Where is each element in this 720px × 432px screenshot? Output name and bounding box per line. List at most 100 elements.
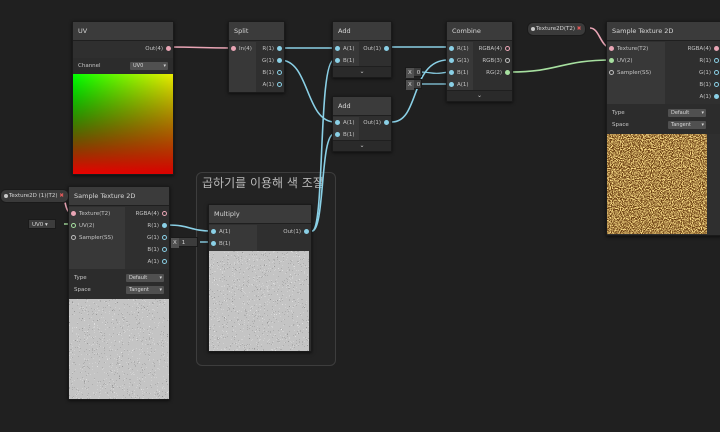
sample-left-title[interactable]: Sample Texture 2D — [69, 187, 169, 206]
combine-in-b[interactable]: B(1) — [447, 68, 469, 78]
sample-right-out-a[interactable]: A(1) — [699, 92, 720, 102]
sample-right-title[interactable]: Sample Texture 2D — [607, 22, 720, 41]
type-label: Type — [74, 275, 87, 281]
sample-right-in-uv[interactable]: UV(2) — [607, 56, 633, 66]
split-node[interactable]: Split In(4) R(1) G(1) B(1) A(1) — [228, 21, 285, 93]
sample-left-in-uv[interactable]: UV(2) — [69, 221, 95, 231]
port-dot-icon — [71, 223, 76, 228]
group-title[interactable]: 곱하기를 이용해 색 조절 — [202, 174, 324, 191]
sample-right-in-sampler[interactable]: Sampler(SS) — [607, 68, 651, 78]
sample-left-in-sampler[interactable]: Sampler(SS) — [69, 233, 113, 243]
sample-left-out-a[interactable]: A(1) — [147, 257, 169, 267]
port-dot-icon — [714, 58, 719, 63]
combine-out-rg[interactable]: RG(2) — [486, 68, 512, 78]
combine-in-g[interactable]: G(1) — [447, 56, 469, 66]
port-dot-icon — [449, 70, 454, 75]
combine-b-field[interactable]: X0 — [405, 67, 422, 78]
combine-out-rgba[interactable]: RGBA(4) — [479, 44, 512, 54]
chevron-down-icon[interactable]: ⌄ — [447, 90, 512, 101]
type-label: Type — [612, 110, 625, 116]
property-dot-icon — [4, 194, 8, 198]
multiply-in-b[interactable]: B(1) — [209, 239, 231, 249]
split-out-g[interactable]: G(1) — [262, 56, 284, 66]
combine-out-rgb[interactable]: RGB(3) — [482, 56, 512, 66]
uv-out-label: Out(4) — [145, 46, 163, 52]
combine-a-field[interactable]: X0 — [405, 79, 422, 90]
multiply-preview — [209, 251, 309, 351]
space-dropdown[interactable]: Tangent ▾ — [668, 121, 706, 129]
wire-field-to-combine-b — [419, 71, 449, 74]
port-dot-icon — [162, 247, 167, 252]
combine-in-r[interactable]: R(1) — [447, 44, 469, 54]
split-out-a[interactable]: A(1) — [262, 80, 284, 90]
add2-in-a[interactable]: A(1) — [333, 118, 355, 128]
caret-down-icon: ▾ — [159, 287, 162, 293]
space-dropdown[interactable]: Tangent ▾ — [126, 286, 164, 294]
port-dot-icon — [609, 58, 614, 63]
sample-left-out-b[interactable]: B(1) — [147, 245, 169, 255]
port-dot-icon — [162, 223, 167, 228]
caret-down-icon: ▾ — [45, 222, 48, 228]
port-dot-icon — [277, 82, 282, 87]
texture-property-left[interactable]: Texture2D (1)(T2) ✖ — [0, 189, 69, 203]
port-dot-icon — [335, 132, 340, 137]
uv-node-title[interactable]: UV — [73, 22, 173, 41]
port-dot-icon — [277, 70, 282, 75]
multiply-b-field[interactable]: X1 — [170, 237, 198, 248]
chevron-down-icon[interactable]: ⌄ — [333, 140, 391, 151]
space-label: Space — [74, 287, 91, 293]
add-node-1-title[interactable]: Add — [333, 22, 391, 41]
uv-out-port[interactable]: Out(4) — [145, 44, 173, 54]
combine-node-title[interactable]: Combine — [447, 22, 512, 41]
sample-right-in-texture[interactable]: Texture(T2) — [607, 44, 648, 54]
multiply-node[interactable]: Multiply A(1) B(1) Out(1) — [208, 204, 312, 352]
x-mark-icon: ✖ — [59, 193, 64, 199]
channel-dropdown[interactable]: UV0 ▾ — [130, 62, 168, 70]
texture-property-right[interactable]: Texture2D(T2) ✖ — [527, 22, 587, 36]
sample-left-in-texture[interactable]: Texture(T2) — [69, 209, 110, 219]
split-in-port[interactable]: In(4) — [229, 44, 252, 54]
sample-right-out-g[interactable]: G(1) — [699, 68, 720, 78]
uv-channel-field[interactable]: UV0 ▾ — [28, 219, 56, 229]
multiply-out[interactable]: Out(1) — [283, 227, 311, 237]
multiply-in-a[interactable]: A(1) — [209, 227, 231, 237]
uv-gradient — [73, 74, 173, 174]
add2-out[interactable]: Out(1) — [363, 118, 391, 128]
split-out-r[interactable]: R(1) — [262, 44, 284, 54]
sample-left-out-g[interactable]: G(1) — [147, 233, 169, 243]
add1-out[interactable]: Out(1) — [363, 44, 391, 54]
port-dot-icon — [714, 46, 719, 51]
sample-right-out-r[interactable]: R(1) — [699, 56, 720, 66]
add-node-2[interactable]: Add A(1) B(1) Out(1) ⌄ — [332, 96, 392, 152]
port-dot-icon — [449, 82, 454, 87]
split-node-title[interactable]: Split — [229, 22, 284, 41]
sample-texture-right-node[interactable]: Sample Texture 2D Texture(T2) UV(2) Samp… — [606, 21, 720, 236]
sample-left-out-r[interactable]: R(1) — [147, 221, 169, 231]
port-dot-icon — [335, 120, 340, 125]
caret-down-icon: ▾ — [163, 63, 166, 69]
port-dot-icon — [211, 229, 216, 234]
multiply-node-title[interactable]: Multiply — [209, 205, 311, 224]
sample-right-out-rgba[interactable]: RGBA(4) — [688, 44, 720, 54]
add-node-1[interactable]: Add A(1) B(1) Out(1) ⌄ — [332, 21, 392, 78]
sample-right-out-b[interactable]: B(1) — [699, 80, 720, 90]
wire-combine-rg-to-sample-uv — [509, 59, 613, 73]
port-dot-icon — [505, 70, 510, 75]
port-dot-icon — [304, 229, 309, 234]
type-dropdown[interactable]: Default ▾ — [126, 274, 164, 282]
port-dot-icon — [449, 46, 454, 51]
add2-in-b[interactable]: B(1) — [333, 130, 355, 140]
combine-in-a[interactable]: A(1) — [447, 80, 469, 90]
split-out-b[interactable]: B(1) — [262, 68, 284, 78]
combine-node[interactable]: Combine R(1) G(1) B(1) A(1) RGBA(4) RGB(… — [446, 21, 513, 102]
sample-left-out-rgba[interactable]: RGBA(4) — [136, 209, 169, 219]
property-dot-icon — [531, 27, 535, 31]
sample-left-preview — [69, 299, 169, 399]
sample-texture-left-node[interactable]: Sample Texture 2D Texture(T2) UV(2) Samp… — [68, 186, 170, 400]
add-node-2-title[interactable]: Add — [333, 97, 391, 116]
add1-in-b[interactable]: B(1) — [333, 56, 355, 66]
type-dropdown[interactable]: Default ▾ — [668, 109, 706, 117]
add1-in-a[interactable]: A(1) — [333, 44, 355, 54]
chevron-down-icon[interactable]: ⌄ — [333, 66, 391, 77]
port-dot-icon — [162, 235, 167, 240]
